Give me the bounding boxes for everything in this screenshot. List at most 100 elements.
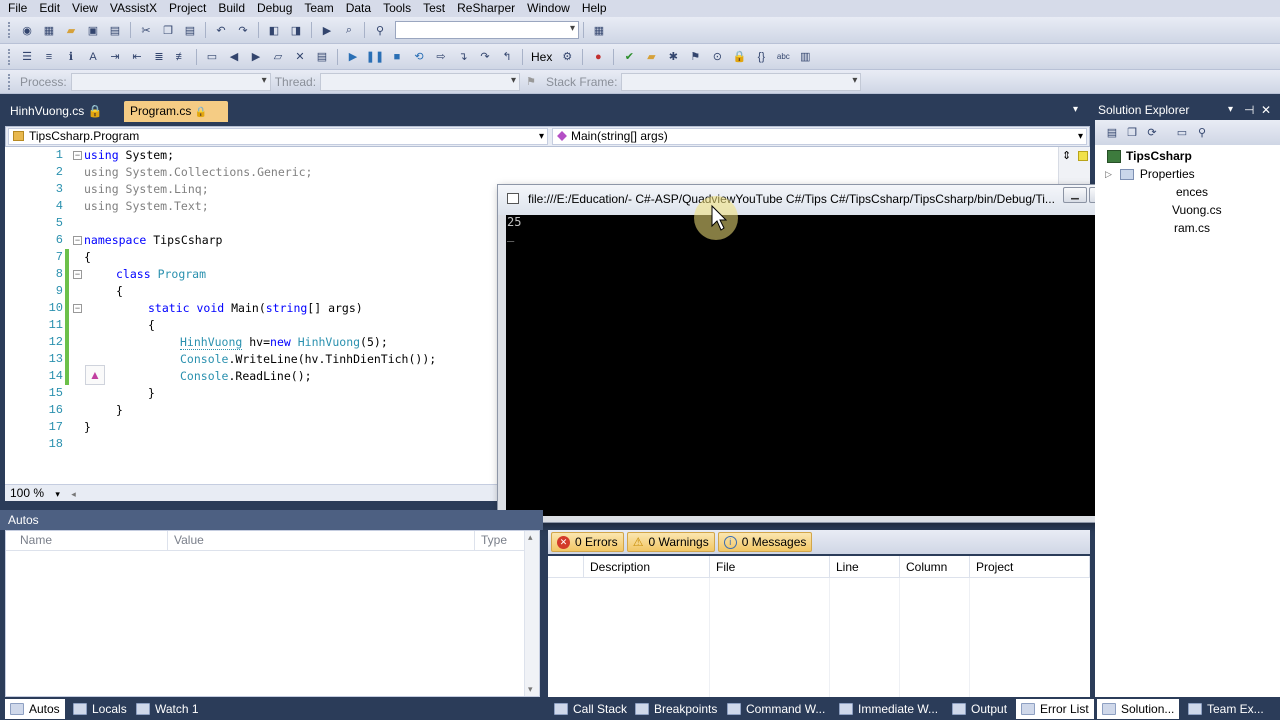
outdent-icon[interactable]: ⇤ (129, 49, 145, 65)
split-icon[interactable]: ⇕ (1062, 149, 1071, 162)
member-dropdown[interactable]: Main(string[] args) ▾ (552, 128, 1087, 145)
tab-locals[interactable]: Locals (73, 699, 127, 719)
toggle-flag-icon[interactable]: ⚑ (523, 74, 539, 90)
word-complete-icon[interactable]: A (85, 49, 101, 65)
column-type[interactable]: Type (475, 531, 525, 550)
navigate-back-icon[interactable]: ◧ (266, 22, 282, 38)
solution-platforms-icon[interactable]: ▦ (591, 22, 607, 38)
pane-dropdown-icon[interactable]: ▾ (1228, 100, 1233, 120)
indent-icon[interactable]: ⇥ (107, 49, 123, 65)
tab-team-explorer[interactable]: Team Ex... (1188, 699, 1264, 719)
tab-watch1[interactable]: Watch 1 (136, 699, 199, 719)
bookmark-folder-icon[interactable]: ▱ (270, 49, 286, 65)
collapse-icon[interactable]: − (73, 151, 82, 160)
menu-project[interactable]: Project (163, 0, 212, 17)
breakpoints-icon[interactable]: ● (590, 49, 606, 65)
task-list-icon[interactable]: ✔ (621, 49, 637, 65)
next-bookmark-icon[interactable]: ▶ (248, 49, 264, 65)
extensions-icon[interactable]: ▥ (797, 49, 813, 65)
menu-vassistx[interactable]: VAssistX (104, 0, 163, 17)
column-name[interactable]: Name (14, 531, 168, 550)
menu-window[interactable]: Window (521, 0, 576, 17)
tree-project[interactable]: TipsCsharp (1107, 149, 1192, 163)
column-file[interactable]: File (710, 556, 830, 578)
restart-icon[interactable]: ⟲ (411, 49, 427, 65)
close-pane-icon[interactable]: ✕ (1261, 100, 1271, 120)
cut-icon[interactable]: ✂ (138, 22, 154, 38)
break-all-icon[interactable]: ❚❚ (366, 49, 384, 65)
quick-info-icon[interactable]: ℹ (63, 49, 79, 65)
menu-build[interactable]: Build (212, 0, 251, 17)
tree-item-properties[interactable]: ▷ Properties (1105, 167, 1195, 181)
stop-debugging-icon[interactable]: ■ (389, 49, 405, 65)
inspect-icon[interactable]: ⊙ (709, 49, 725, 65)
thread-combo[interactable] (320, 72, 521, 91)
expand-icon[interactable]: ▷ (1105, 169, 1112, 180)
minimize-button[interactable]: ▁ (1063, 187, 1087, 203)
tab-error-list[interactable]: Error List (1016, 699, 1094, 719)
column-severity[interactable] (548, 556, 584, 578)
find-icon[interactable]: ⌕ (341, 22, 357, 38)
new-project-icon[interactable]: ◉ (19, 22, 35, 38)
column-line[interactable]: Line (830, 556, 900, 578)
continue-icon[interactable]: ▶ (345, 49, 361, 65)
tab-autos[interactable]: Autos (5, 699, 65, 719)
step-out-icon[interactable]: ↰ (499, 49, 515, 65)
menu-view[interactable]: View (66, 0, 104, 17)
lock-icon[interactable]: 🔒 (731, 49, 747, 65)
error-list-grid[interactable]: Description File Line Column Project (548, 556, 1090, 697)
process-combo[interactable] (70, 72, 271, 91)
menu-debug[interactable]: Debug (251, 0, 298, 17)
stack-frame-combo[interactable] (621, 72, 862, 91)
uncomment-icon[interactable]: ≢ (173, 49, 189, 65)
parameter-info-icon[interactable]: ≡ (41, 49, 57, 65)
tab-breakpoints[interactable]: Breakpoints (635, 699, 717, 719)
paste-icon[interactable]: ▤ (182, 22, 198, 38)
bookmark-icon[interactable]: ▭ (204, 49, 220, 65)
find-in-files-icon[interactable]: ⚲ (372, 22, 388, 38)
open-folder-icon[interactable]: ▰ (643, 49, 659, 65)
menu-help[interactable]: Help (576, 0, 613, 17)
step-into-icon[interactable]: ↴ (455, 49, 471, 65)
tree-item-hinhvuong-cs[interactable]: Vuong.cs (1172, 203, 1222, 217)
collapse-icon[interactable]: − (73, 270, 82, 279)
menu-resharper[interactable]: ReSharper (451, 0, 521, 17)
abc-icon[interactable]: abc (775, 49, 791, 65)
errors-filter-button[interactable]: ✕ 0 Errors (551, 532, 624, 552)
tree-item-references[interactable]: ences (1176, 185, 1208, 199)
properties-icon[interactable]: ▤ (1104, 124, 1120, 140)
menu-test[interactable]: Test (417, 0, 451, 17)
column-column[interactable]: Column (900, 556, 970, 578)
navigate-forward-icon[interactable]: ◨ (288, 22, 304, 38)
save-icon[interactable]: ▣ (85, 22, 101, 38)
warnings-filter-button[interactable]: ⚠ 0 Warnings (626, 532, 715, 552)
collapse-icon[interactable]: − (73, 304, 82, 313)
braces-icon[interactable]: {} (753, 49, 769, 65)
redo-icon[interactable]: ↷ (235, 22, 251, 38)
column-project[interactable]: Project (970, 556, 1090, 578)
zoom-level[interactable]: 100 % (10, 486, 44, 500)
comment-icon[interactable]: ≣ (151, 49, 167, 65)
step-over-icon[interactable]: ↷ (477, 49, 493, 65)
column-description[interactable]: Description (584, 556, 710, 578)
clear-bookmarks-icon[interactable]: ✕ (292, 49, 308, 65)
view-code-icon[interactable]: ▭ (1174, 124, 1190, 140)
pin-icon[interactable]: ⚑ (687, 49, 703, 65)
start-debugging-icon[interactable]: ▶ (319, 22, 335, 38)
tab-call-stack[interactable]: Call Stack (554, 699, 627, 719)
toolbar-grip[interactable] (8, 22, 12, 38)
undo-icon[interactable]: ↶ (213, 22, 229, 38)
column-value[interactable]: Value (168, 531, 475, 550)
tab-program[interactable]: Program.cs 🔒 ✕ (124, 101, 228, 140)
refresh-icon[interactable]: ⟳ (1144, 124, 1160, 140)
tab-solution-explorer[interactable]: Solution... (1097, 699, 1180, 719)
show-next-statement-icon[interactable]: ⇨ (433, 49, 449, 65)
menu-file[interactable]: File (2, 0, 33, 17)
tab-hinhvuong[interactable]: HinhVuong.cs 🔒 (4, 101, 109, 122)
display-members-icon[interactable]: ☰ (19, 49, 35, 65)
scroll-left-icon[interactable]: ◂ (71, 489, 76, 499)
console-window[interactable]: file:///E:/Education/- C#-ASP/QuadviewYo… (497, 184, 1172, 523)
tab-output[interactable]: Output (952, 699, 1007, 719)
console-output[interactable]: 25 _ (506, 215, 1146, 516)
class-diagram-icon[interactable]: ⚲ (1194, 124, 1210, 140)
